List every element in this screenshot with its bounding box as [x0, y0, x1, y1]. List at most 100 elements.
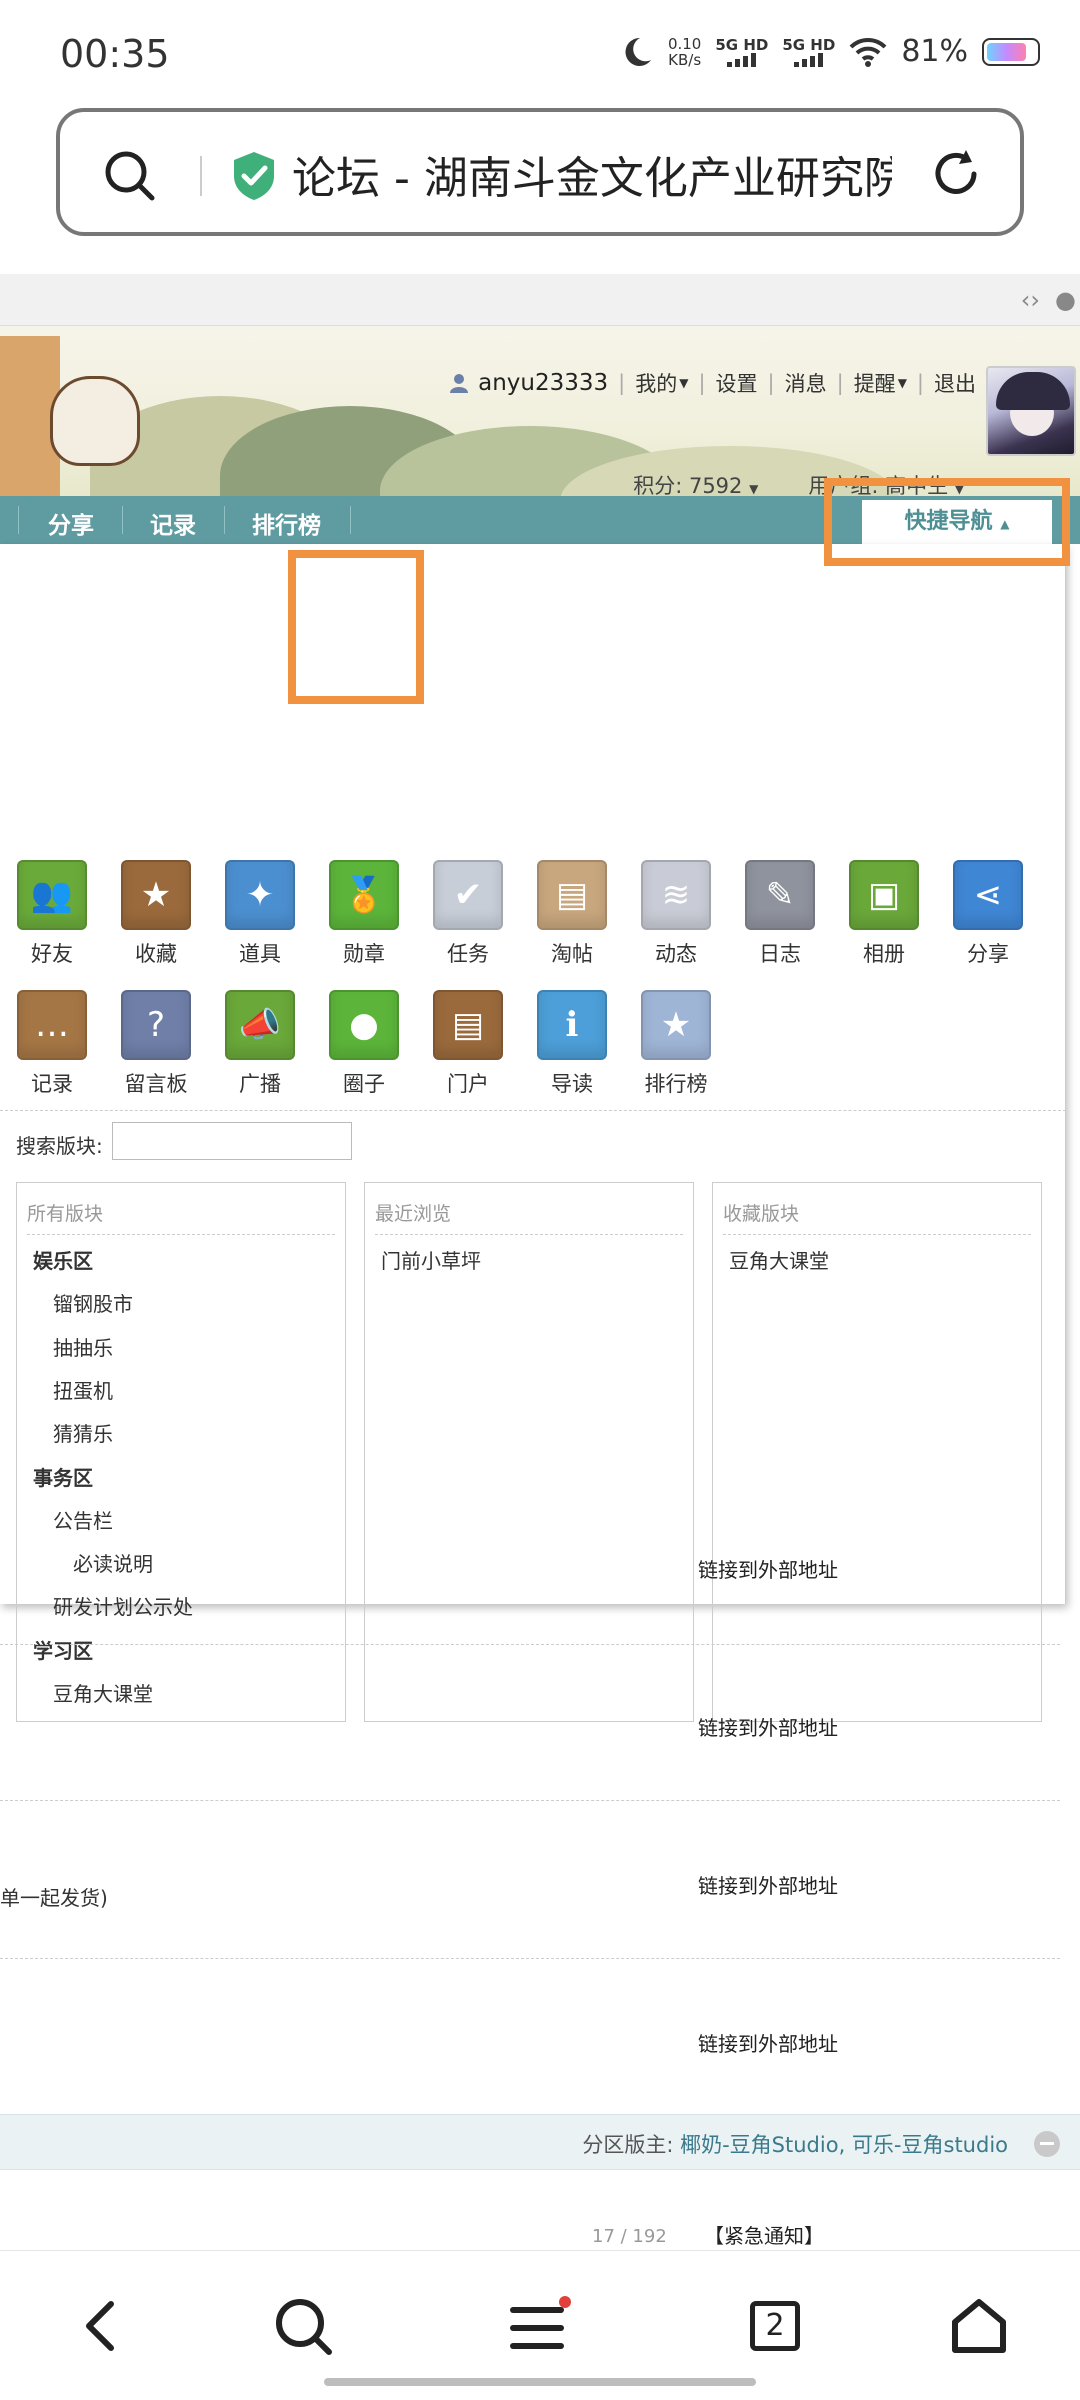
quick-app-star[interactable]: ★ 收藏 [104, 860, 208, 968]
forum-category[interactable]: 事务区 [33, 1462, 93, 1491]
moderator-label: 分区版主: [582, 2133, 681, 2157]
forum-search-label: 搜索版块: [16, 1134, 103, 1158]
forum-link[interactable]: 扭蛋机 [53, 1375, 113, 1404]
palette-icon[interactable]: ● [1055, 286, 1076, 314]
messages-link[interactable]: 消息 [785, 368, 827, 398]
forum-link[interactable]: 猜猜乐 [53, 1418, 113, 1447]
my-menu[interactable]: 我的 [635, 368, 677, 398]
forum-link[interactable]: 镏钢股市 [53, 1288, 133, 1317]
quick-app-label: 圈子 [343, 1072, 385, 1096]
status-icons: 0.10 KB/s 5G HD 5G HD 81% [620, 34, 1040, 69]
divider: | [698, 371, 706, 395]
external-link[interactable]: 链接到外部地址 [698, 1712, 838, 1741]
forum-link[interactable]: 门前小草坪 [381, 1245, 481, 1274]
quick-app-question-book[interactable]: ? 留言板 [104, 990, 208, 1098]
divider: | [836, 371, 844, 395]
clock: 00:35 [60, 32, 170, 76]
star-icon: ★ [121, 860, 191, 930]
settings-link[interactable]: 设置 [716, 368, 758, 398]
external-link[interactable]: 链接到外部地址 [698, 1870, 838, 1899]
quick-app-group[interactable]: ● 圈子 [312, 990, 416, 1098]
search-button[interactable] [258, 2281, 348, 2371]
recent-forums-column: 最近浏览 门前小草坪 [364, 1182, 694, 1722]
panel-divider [0, 1110, 1066, 1111]
quick-app-newspaper[interactable]: ▤ 门户 [416, 990, 520, 1098]
nav-item-records[interactable]: 记录 [150, 506, 196, 540]
quick-app-task[interactable]: ✔ 任务 [416, 860, 520, 968]
forum-link[interactable]: 抽抽乐 [53, 1332, 113, 1361]
quick-app-chat-bubble[interactable]: … 记录 [0, 990, 104, 1098]
quick-app-label: 相册 [863, 942, 905, 966]
nav-divider [224, 506, 225, 534]
forum-category[interactable]: 娱乐区 [33, 1245, 93, 1274]
external-link[interactable]: 链接到外部地址 [698, 1554, 838, 1583]
quick-app-label: 导读 [551, 1072, 593, 1096]
nav-item-share[interactable]: 分享 [48, 506, 94, 540]
collapse-icon[interactable] [1034, 2131, 1060, 2157]
row-divider [0, 1958, 1060, 1959]
net-speed-value: 0.10 [667, 34, 702, 53]
external-link[interactable]: 链接到外部地址 [698, 2028, 838, 2057]
quick-app-wand[interactable]: ✦ 道具 [208, 860, 312, 968]
wand-icon: ✦ [225, 860, 295, 930]
page-title-url[interactable]: 论坛 - 湖南斗金文化产业研究院 [292, 142, 892, 206]
moderator-bar: 分区版主: 椰奶-豆角Studio, 可乐-豆角studio [0, 2114, 1080, 2170]
address-bar[interactable]: 论坛 - 湖南斗金文化产业研究院 [56, 108, 1024, 236]
username-link[interactable]: anyu23333 [478, 370, 608, 396]
forum-link[interactable]: 豆角大课堂 [53, 1678, 153, 1707]
quick-app-label: 留言板 [124, 1072, 188, 1096]
back-icon [86, 2301, 114, 2351]
reload-icon[interactable] [928, 146, 984, 202]
search-icon[interactable] [104, 150, 156, 202]
quick-app-guide[interactable]: ℹ 导读 [520, 990, 624, 1098]
forum-link[interactable]: 研发计划公示处 [53, 1591, 193, 1620]
battery-icon [982, 37, 1040, 66]
moderator-links[interactable]: 椰奶-豆角Studio, 可乐-豆角studio [680, 2133, 1008, 2157]
highlight-medal [288, 550, 424, 704]
address-separator [200, 156, 202, 196]
nav-divider [122, 506, 123, 534]
forum-search-input[interactable] [112, 1122, 352, 1160]
logout-link[interactable]: 退出 [934, 368, 976, 398]
quick-app-friends[interactable]: 👥 好友 [0, 860, 104, 968]
notice-title[interactable]: 【紧急通知】 [704, 2220, 824, 2249]
row-divider [0, 1644, 1060, 1645]
quick-app-label: 分享 [967, 942, 1009, 966]
newspaper-icon: ▤ [433, 990, 503, 1060]
quick-app-tray[interactable]: ▤ 淘帖 [520, 860, 624, 968]
forum-category[interactable]: 学习区 [33, 1635, 93, 1664]
quick-app-megaphone[interactable]: 📣 广播 [208, 990, 312, 1098]
quick-app-rank-badge[interactable]: ★ 排行榜 [624, 990, 728, 1098]
menu-button[interactable] [494, 2281, 584, 2371]
quick-app-journal[interactable]: ✎ 日志 [728, 860, 832, 968]
tabs-icon: 2 [750, 2301, 800, 2351]
signal-sim1: 5G HD [715, 37, 768, 67]
nav-item-ranking[interactable]: 排行榜 [252, 506, 321, 540]
quick-app-label: 门户 [447, 1072, 489, 1096]
search-icon [276, 2299, 332, 2355]
quick-app-medal[interactable]: 🏅 勋章 [312, 860, 416, 968]
rss-icon: ≋ [641, 860, 711, 930]
forum-link[interactable]: 公告栏 [53, 1505, 113, 1534]
avatar-hair [996, 372, 1070, 410]
quick-app-rss[interactable]: ≋ 动态 [624, 860, 728, 968]
score-menu[interactable]: 积分: 7592 ▼ [633, 470, 758, 498]
quick-app-album[interactable]: ▣ 相册 [832, 860, 936, 968]
avatar[interactable] [986, 366, 1076, 456]
quick-nav-panel: 👥 好友 ★ 收藏 ✦ 道具 🏅 勋章 ✔ 任务 ▤ 淘帖 ≋ 动态 ✎ 日志 ▣ 相册 ⋖ 分享 … 记录? 留言板 📣 广… [0, 544, 1066, 1722]
tabs-button[interactable]: 2 [730, 2281, 820, 2371]
home-button[interactable] [934, 2281, 1024, 2371]
quick-app-label: 淘帖 [551, 942, 593, 966]
quick-app-label: 日志 [759, 942, 801, 966]
chat-bubble-icon: … [17, 990, 87, 1060]
forum-link[interactable]: 豆角大课堂 [729, 1245, 829, 1274]
rank-badge-icon: ★ [641, 990, 711, 1060]
forum-link[interactable]: 必读说明 [73, 1548, 153, 1577]
quick-app-share[interactable]: ⋖ 分享 [936, 860, 1040, 968]
quick-app-label: 好友 [31, 942, 73, 966]
page-counter: 17 / 192 [592, 2226, 667, 2247]
quick-app-label: 收藏 [135, 942, 177, 966]
reminders-menu[interactable]: 提醒 [854, 368, 896, 398]
code-icon[interactable]: ‹› [1021, 286, 1040, 314]
back-button[interactable] [56, 2281, 146, 2371]
